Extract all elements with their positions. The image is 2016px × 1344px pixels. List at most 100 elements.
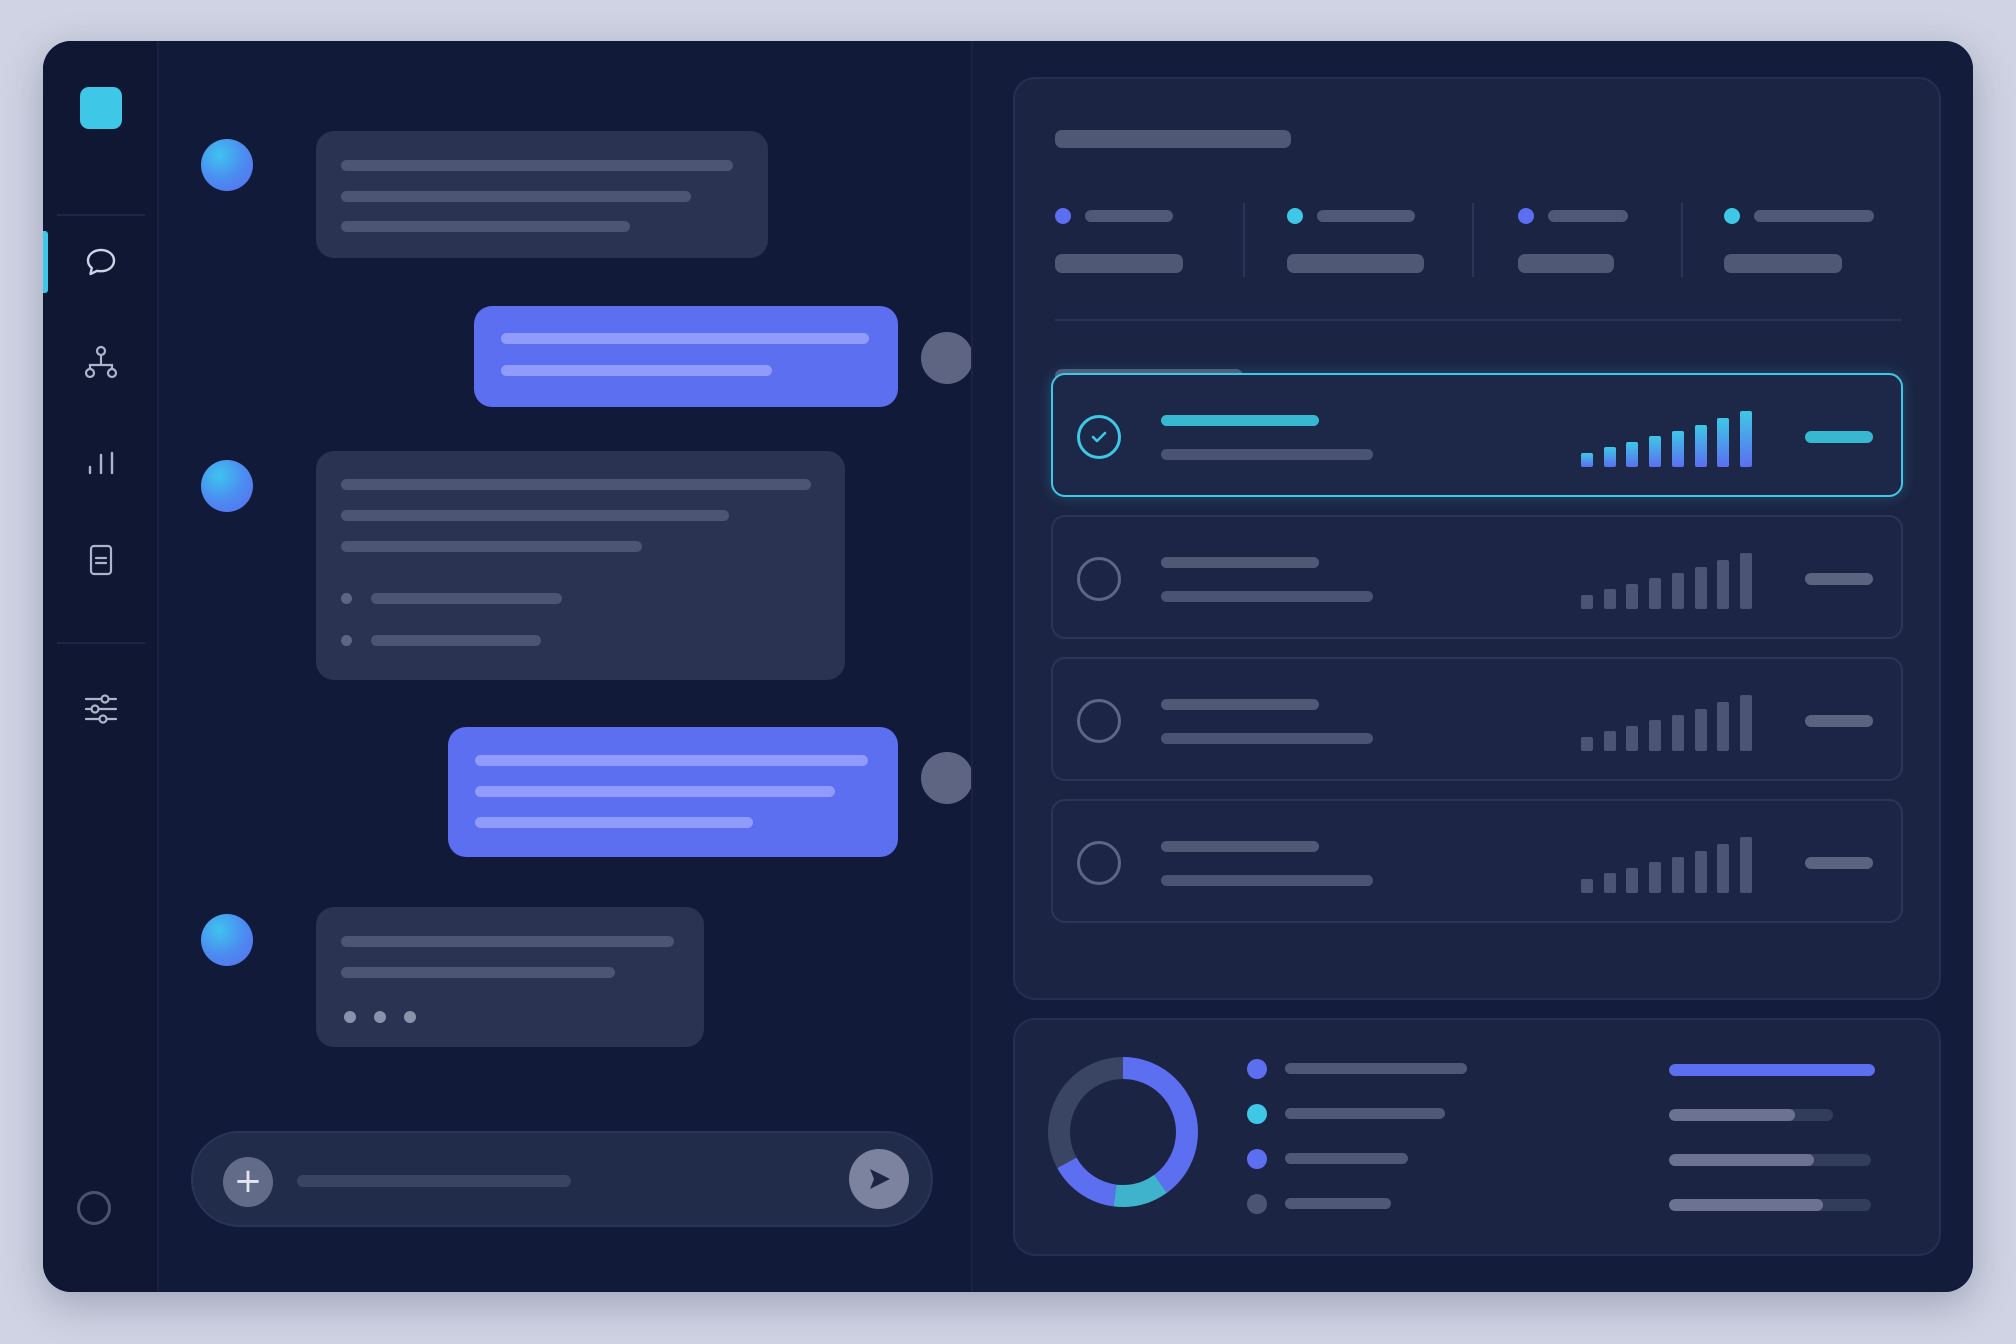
option-title-placeholder xyxy=(1161,699,1319,710)
list-bullet xyxy=(341,635,352,646)
assistant-avatar xyxy=(201,460,253,512)
radio-button[interactable] xyxy=(1077,557,1121,601)
sparkline-bar xyxy=(1649,578,1662,609)
sparkline-bar xyxy=(1739,411,1752,467)
sparkline-bar xyxy=(1649,720,1662,751)
sparkline-bar xyxy=(1717,418,1730,467)
typing-indicator-dot xyxy=(404,1011,416,1023)
sparkline-bar xyxy=(1649,862,1662,893)
sparkline-bar xyxy=(1626,726,1639,751)
option-title-placeholder xyxy=(1161,415,1319,426)
user-message xyxy=(474,306,898,407)
sparkline-bar xyxy=(1581,595,1593,609)
sliders-icon xyxy=(84,694,118,724)
progress-bar xyxy=(1669,1199,1871,1211)
sidebar xyxy=(43,41,159,1292)
sparkline-bar xyxy=(1603,873,1616,893)
radio-button[interactable] xyxy=(1077,841,1121,885)
assistant-avatar xyxy=(201,139,253,191)
sidebar-item-hierarchy[interactable] xyxy=(43,327,159,397)
option-subtitle-placeholder xyxy=(1161,449,1373,460)
user-message xyxy=(448,727,898,857)
option-subtitle-placeholder xyxy=(1161,591,1373,602)
option-row[interactable] xyxy=(1051,373,1903,497)
option-value-placeholder xyxy=(1805,573,1873,585)
message-input[interactable] xyxy=(297,1175,571,1187)
send-icon xyxy=(870,1169,890,1189)
option-title-placeholder xyxy=(1161,557,1319,568)
radio-button[interactable] xyxy=(1077,415,1121,459)
sparkline-bar xyxy=(1671,715,1684,751)
chat-bubble-icon xyxy=(86,248,116,276)
legend-dot xyxy=(1247,1149,1267,1169)
legend-dot xyxy=(1247,1104,1267,1124)
assistant-message xyxy=(316,451,845,680)
stat-dot xyxy=(1724,208,1740,224)
sparkline-bar xyxy=(1603,589,1616,609)
sparkline-bar xyxy=(1626,442,1639,467)
trend-sparkline xyxy=(1581,837,1765,893)
options-card xyxy=(1013,77,1941,1000)
trend-sparkline xyxy=(1581,411,1765,467)
radio-button[interactable] xyxy=(1077,699,1121,743)
sparkline-bar xyxy=(1717,844,1730,893)
sparkline-bar xyxy=(1717,560,1730,609)
assistant-avatar xyxy=(201,914,253,966)
progress-bar xyxy=(1669,1064,1875,1076)
stat-dot xyxy=(1518,208,1534,224)
hierarchy-icon xyxy=(84,345,118,379)
plus-icon[interactable]: + xyxy=(223,1157,273,1207)
option-row[interactable] xyxy=(1051,657,1903,781)
option-subtitle-placeholder xyxy=(1161,875,1373,886)
progress-bar xyxy=(1669,1109,1833,1121)
option-subtitle-placeholder xyxy=(1161,733,1373,744)
check-icon xyxy=(1091,431,1107,443)
typing-indicator-dot xyxy=(344,1011,356,1023)
legend-dot xyxy=(1247,1059,1267,1079)
stat-dot xyxy=(1055,208,1071,224)
trend-sparkline xyxy=(1581,553,1765,609)
sparkline-bar xyxy=(1739,695,1752,751)
breakdown-card xyxy=(1013,1018,1941,1256)
sparkline-bar xyxy=(1694,709,1707,751)
assistant-message xyxy=(316,131,768,258)
app-window: + xyxy=(43,41,1973,1292)
sparkline-bar xyxy=(1671,573,1684,609)
sidebar-divider xyxy=(57,214,145,216)
sparkline-bar xyxy=(1581,737,1593,751)
user-avatar xyxy=(921,752,973,804)
sparkline-bar xyxy=(1671,431,1684,467)
sparkline-bar xyxy=(1603,731,1616,751)
sidebar-item-chat[interactable] xyxy=(43,227,159,297)
option-row[interactable] xyxy=(1051,515,1903,639)
sidebar-item-analytics[interactable] xyxy=(43,428,159,498)
chat-pane: + xyxy=(161,41,973,1292)
sparkline-bar xyxy=(1581,879,1593,893)
sparkline-bar xyxy=(1649,436,1662,467)
option-value-placeholder xyxy=(1805,857,1873,869)
document-icon xyxy=(89,544,113,576)
sparkline-bar xyxy=(1626,584,1639,609)
legend-dot xyxy=(1247,1194,1267,1214)
option-value-placeholder xyxy=(1805,715,1873,727)
send-button[interactable] xyxy=(849,1149,909,1209)
sidebar-item-documents[interactable] xyxy=(43,525,159,595)
option-row[interactable] xyxy=(1051,799,1903,923)
sparkline-bar xyxy=(1694,567,1707,609)
stat-dot xyxy=(1287,208,1303,224)
sidebar-item-settings[interactable] xyxy=(43,674,159,744)
user-circle-icon[interactable] xyxy=(77,1191,111,1225)
trend-sparkline xyxy=(1581,695,1765,751)
typing-indicator-dot xyxy=(374,1011,386,1023)
sparkline-bar xyxy=(1739,837,1752,893)
app-logo[interactable] xyxy=(80,87,122,129)
bar-chart-icon xyxy=(88,451,114,475)
assistant-typing-message xyxy=(316,907,704,1047)
message-composer: + xyxy=(191,1131,933,1227)
list-bullet xyxy=(341,593,352,604)
sparkline-bar xyxy=(1717,702,1730,751)
sparkline-bar xyxy=(1626,868,1639,893)
sparkline-bar xyxy=(1739,553,1752,609)
donut-chart xyxy=(1048,1057,1198,1207)
progress-bar xyxy=(1669,1154,1871,1166)
